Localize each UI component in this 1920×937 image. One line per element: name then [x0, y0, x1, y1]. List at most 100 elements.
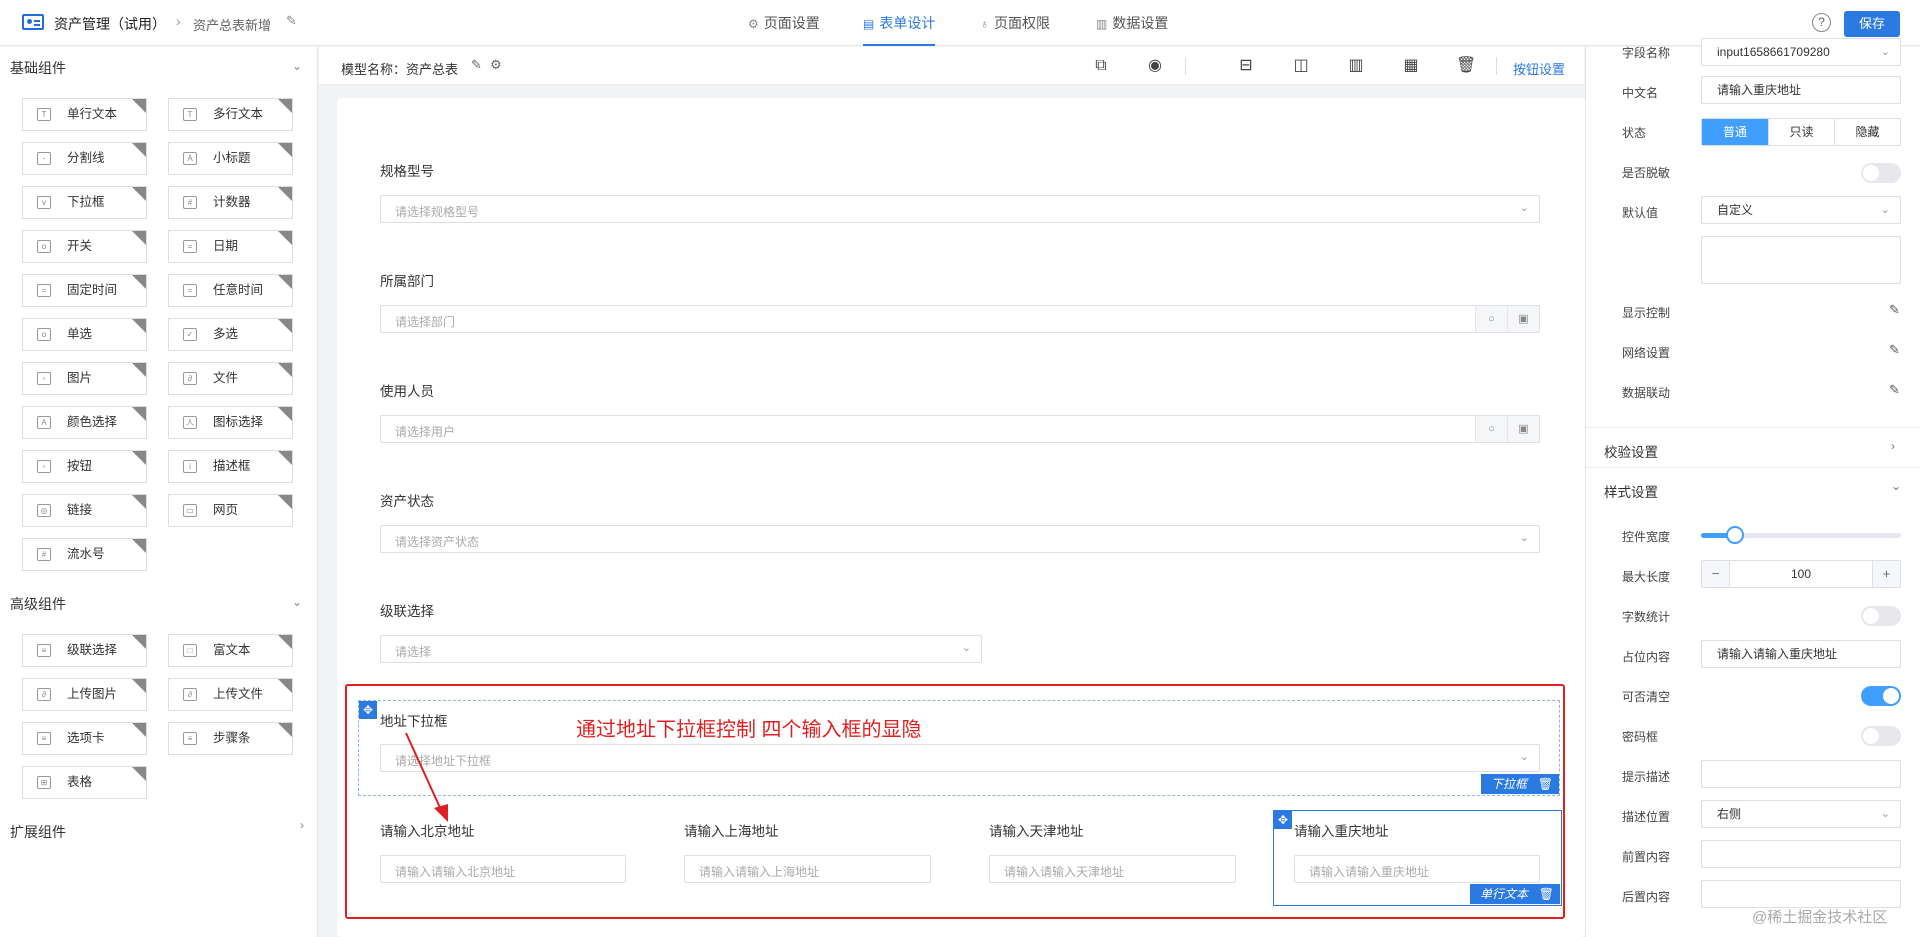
default-value-select[interactable]: 自定义 ⌄	[1701, 196, 1901, 224]
spec-model-select[interactable]: 请选择规格型号 ⌄	[380, 195, 1540, 223]
component-item[interactable]: # 流水号	[22, 538, 147, 571]
tianjin-address-input[interactable]: 请输入请输入天津地址	[989, 855, 1236, 883]
tab-page-permissions[interactable]: ♁ 页面权限	[980, 0, 1050, 46]
field-name-select[interactable]: input1658661709280 ⌄	[1701, 38, 1901, 66]
department-picker[interactable]: 请选择部门 ○ ▣	[380, 305, 1540, 333]
validation-settings-title[interactable]: 校验设置	[1604, 441, 1658, 461]
search-icon[interactable]: ○	[1475, 306, 1507, 332]
width-slider[interactable]	[1701, 526, 1901, 544]
component-item[interactable]: □ 富文本	[168, 634, 293, 667]
component-item[interactable]: ∂ 上传图片	[22, 678, 147, 711]
component-item[interactable]: ≡ 步骤条	[168, 722, 293, 755]
desc-position-select[interactable]: 右侧 ⌄	[1701, 800, 1901, 828]
component-item[interactable]: i 描述框	[168, 450, 293, 483]
edit-icon[interactable]: ✎	[286, 13, 297, 29]
delete-icon[interactable]: 🗑	[1538, 774, 1553, 794]
component-item[interactable]: # 计数器	[168, 186, 293, 219]
suffix-input[interactable]	[1701, 880, 1901, 908]
tab-label: 数据设置	[1112, 15, 1169, 31]
default-value-textarea[interactable]	[1701, 236, 1901, 284]
component-item[interactable]: - 分割线	[22, 142, 147, 175]
component-item[interactable]: ◎ 链接	[22, 494, 147, 527]
component-item[interactable]: o 单选	[22, 318, 147, 351]
component-item[interactable]: ∂ 文件	[168, 362, 293, 395]
component-item[interactable]: 人 图标选择	[168, 406, 293, 439]
user-picker[interactable]: 请选择用户 ○ ▣	[380, 415, 1540, 443]
edit-icon[interactable]: ✎	[1889, 342, 1900, 358]
component-item[interactable]: ≡ 选项卡	[22, 722, 147, 755]
password-switch[interactable]	[1861, 726, 1901, 746]
component-item[interactable]: ▫ 图片	[22, 362, 147, 395]
status-normal-option[interactable]: 普通	[1702, 119, 1768, 145]
placeholder: 请输入请输入北京地址	[395, 865, 516, 879]
style-settings-title[interactable]: 样式设置	[1604, 481, 1658, 501]
search-icon[interactable]: ○	[1475, 416, 1507, 442]
slider-handle[interactable]	[1726, 526, 1744, 544]
edit-icon[interactable]: ✎	[471, 57, 482, 73]
gear-icon[interactable]: ⚙	[490, 57, 502, 73]
move-icon[interactable]: ✥	[359, 701, 377, 719]
trash-icon[interactable]: ▣	[1507, 416, 1539, 442]
tab-data-settings[interactable]: ▥ 数据设置	[1096, 0, 1168, 46]
save-button[interactable]: 保存	[1844, 11, 1900, 37]
tab-form-design[interactable]: ▤ 表单设计	[863, 0, 936, 46]
delete-icon[interactable]: 🗑	[1539, 884, 1554, 904]
chevron-right-icon[interactable]: ›	[300, 818, 304, 832]
desensitize-switch[interactable]	[1861, 163, 1901, 183]
shanghai-address-input[interactable]: 请输入请输入上海地址	[684, 855, 931, 883]
prefix-input[interactable]	[1701, 840, 1901, 868]
tab-page-settings[interactable]: ⚙ 页面设置	[748, 0, 820, 46]
default-value-label: 默认值	[1622, 206, 1659, 220]
clearable-switch[interactable]	[1861, 686, 1901, 706]
component-item[interactable]: ▫ 按钮	[22, 450, 147, 483]
trash-icon[interactable]: 🗑	[1456, 56, 1476, 76]
word-count-switch[interactable]	[1861, 606, 1901, 626]
trash-icon[interactable]: ▣	[1507, 306, 1539, 332]
component-item[interactable]: = 日期	[168, 230, 293, 263]
component-item[interactable]: o 开关	[22, 230, 147, 263]
chevron-down-icon[interactable]: ⌄	[292, 595, 302, 609]
cn-name-input[interactable]: 请输入重庆地址	[1701, 76, 1901, 104]
component-item[interactable]: = 固定时间	[22, 274, 147, 307]
component-item[interactable]: ⊞ 表格	[22, 766, 147, 799]
move-icon[interactable]: ✥	[1274, 811, 1292, 829]
button-settings-link[interactable]: 按钮设置	[1513, 59, 1565, 78]
hint-input[interactable]	[1701, 760, 1901, 788]
chevron-down-icon[interactable]: ⌄	[1891, 479, 1901, 493]
component-item[interactable]: T 单行文本	[22, 98, 147, 131]
chevron-down-icon: ⌄	[1519, 532, 1529, 544]
status-hidden-option[interactable]: 隐藏	[1834, 119, 1900, 145]
layout-four-column-icon[interactable]: ▦	[1401, 56, 1421, 76]
chevron-down-icon[interactable]: ⌄	[292, 59, 302, 73]
asset-status-select[interactable]: 请选择资产状态 ⌄	[380, 525, 1540, 553]
component-icon: -	[37, 152, 51, 165]
preview-eye-icon[interactable]: ◉	[1145, 56, 1165, 76]
help-icon[interactable]: ?	[1812, 13, 1831, 32]
decrement-button[interactable]: −	[1702, 561, 1730, 587]
copy-icon[interactable]: ⧉	[1091, 56, 1111, 76]
layout-three-column-icon[interactable]: ▥	[1346, 56, 1366, 76]
chevron-right-icon[interactable]: ›	[1891, 439, 1895, 453]
component-item[interactable]: ∂ 上传文件	[168, 678, 293, 711]
component-item[interactable]: ≡ 级联选择	[22, 634, 147, 667]
increment-button[interactable]: +	[1872, 561, 1900, 587]
address-select[interactable]: 请选择地址下拉框 ⌄	[380, 744, 1540, 772]
component-item[interactable]: ▭ 网页	[168, 494, 293, 527]
edit-icon[interactable]: ✎	[1889, 382, 1900, 398]
layout-two-column-icon[interactable]: ◫	[1291, 56, 1311, 76]
component-item[interactable]: A 小标题	[168, 142, 293, 175]
status-readonly-option[interactable]: 只读	[1768, 119, 1834, 145]
component-item[interactable]: = 任意时间	[168, 274, 293, 307]
chongqing-address-input[interactable]: 请输入请输入重庆地址	[1294, 855, 1540, 883]
component-item[interactable]: v 下拉框	[22, 186, 147, 219]
component-item[interactable]: A 颜色选择	[22, 406, 147, 439]
component-item[interactable]: ✓ 多选	[168, 318, 293, 351]
placeholder-input[interactable]: 请输入请输入重庆地址	[1701, 640, 1901, 668]
layout-one-column-icon[interactable]: ⊟	[1236, 56, 1256, 76]
breadcrumb[interactable]: 资产总表新增	[193, 15, 271, 34]
stepper-value[interactable]: 100	[1730, 561, 1872, 587]
cascade-select[interactable]: 请选择 ⌄	[380, 635, 982, 663]
component-item[interactable]: T 多行文本	[168, 98, 293, 131]
edit-icon[interactable]: ✎	[1889, 302, 1900, 318]
beijing-address-input[interactable]: 请输入请输入北京地址	[380, 855, 626, 883]
